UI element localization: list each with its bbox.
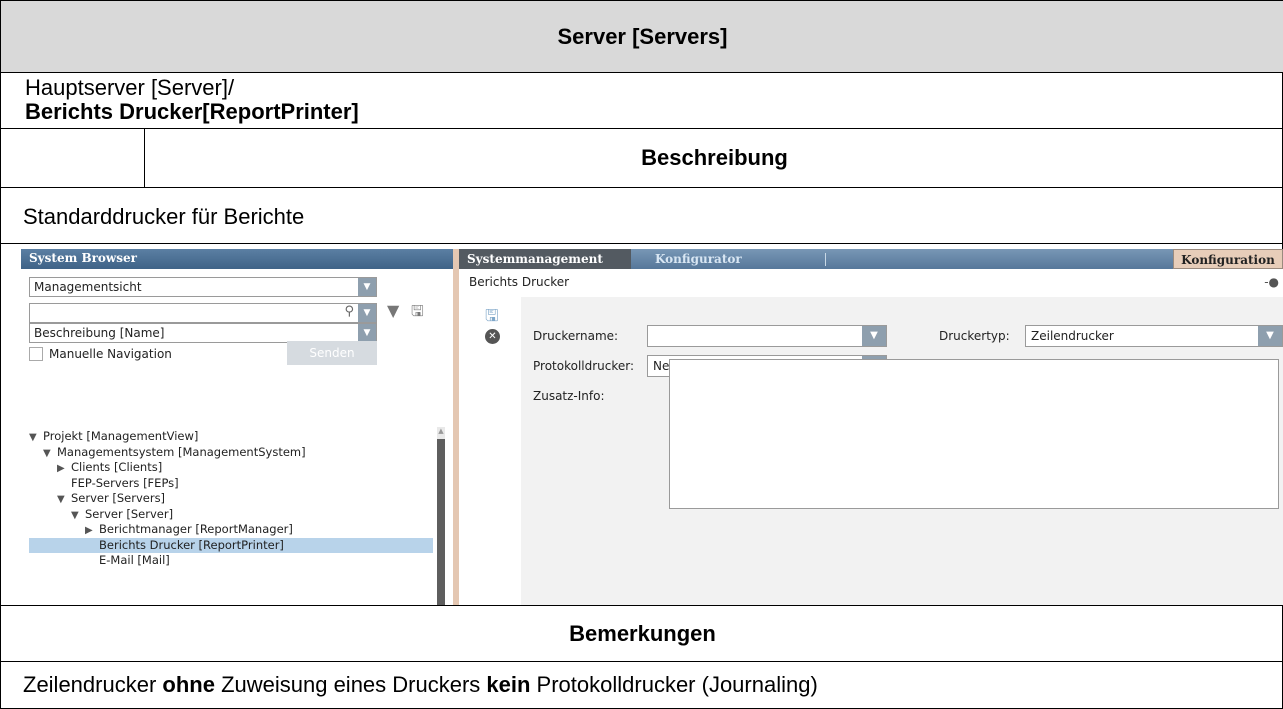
expanded-triangle-icon[interactable]: ▼ — [43, 446, 57, 462]
chevron-down-icon[interactable]: ▼ — [358, 324, 376, 342]
tree-node-selected[interactable]: Berichts Drucker [ReportPrinter] — [29, 537, 433, 553]
filter-icon[interactable]: ▼ — [387, 301, 399, 320]
tree-node[interactable]: ▶ Clients [Clients] — [29, 460, 433, 476]
tab-divider — [825, 253, 826, 266]
tree-node-label: Clients [Clients] — [71, 460, 163, 474]
chevron-down-icon[interactable]: ▼ — [862, 326, 886, 346]
remarks-text-part: Zuweisung eines Druckers — [214, 672, 487, 697]
remarks-emphasis: ohne — [162, 672, 215, 697]
tree-node-label: Berichts Drucker [ReportPrinter] — [99, 537, 284, 552]
tab-konfigurator[interactable]: Konfigurator — [649, 249, 819, 269]
printer-type-label: Druckertyp: — [939, 329, 1010, 343]
column-header-row: Beschreibung — [1, 128, 1283, 187]
description-text: Standarddrucker für Berichte — [1, 187, 1283, 243]
manual-navigation-label: Manuelle Navigation — [49, 347, 172, 361]
expanded-triangle-icon[interactable]: ▼ — [57, 492, 71, 508]
manual-navigation-checkbox[interactable] — [29, 347, 43, 361]
embedded-screenshot: System Browser Managementsicht ▼ ⚲ ▼ ▼ 🖫… — [21, 249, 1283, 605]
view-select-value: Managementsicht — [34, 280, 142, 294]
remarks-header: Bemerkungen — [1, 605, 1283, 661]
scroll-up-icon[interactable]: ▲ — [437, 427, 445, 437]
system-browser-header: System Browser — [21, 249, 453, 269]
empty-header-cell — [1, 129, 145, 187]
tree-node-label: Server [Servers] — [71, 491, 166, 505]
expanded-triangle-icon[interactable]: ▼ — [71, 508, 85, 524]
printer-type-value: Zeilendrucker — [1031, 329, 1114, 343]
tree-node[interactable]: E-Mail [Mail] — [29, 553, 433, 569]
tree-node[interactable]: ▶ Berichtmanager [ReportManager] — [29, 522, 433, 538]
printer-name-label: Druckername: — [533, 329, 619, 343]
chevron-down-icon[interactable]: ▼ — [1258, 326, 1282, 346]
system-tree: ▼ Projekt [ManagementView] ▼ Managementsys… — [29, 429, 433, 569]
remarks-text-part: Zeilendrucker — [23, 672, 163, 697]
tree-node[interactable]: ▼ Projekt [ManagementView] — [29, 429, 433, 445]
name-select[interactable]: Beschreibung [Name] ▼ — [29, 323, 377, 343]
system-browser: System Browser Managementsicht ▼ ⚲ ▼ ▼ 🖫… — [21, 249, 453, 605]
view-select[interactable]: Managementsicht ▼ — [29, 277, 377, 297]
name-select-value: Beschreibung [Name] — [34, 326, 165, 340]
tree-node[interactable]: ▼ Managementsystem [ManagementSystem] — [29, 445, 433, 461]
tree-node-label: FEP-Servers [FEPs] — [71, 475, 179, 490]
tree-node[interactable]: FEP-Servers [FEPs] — [29, 476, 433, 492]
expanded-triangle-icon[interactable]: ▼ — [29, 430, 43, 446]
configuration-panel: Systemmanagement Konfigurator Konfigurat… — [459, 249, 1283, 605]
chevron-down-icon[interactable]: ▼ — [358, 278, 376, 296]
tree-scrollbar[interactable]: ▲ — [437, 427, 445, 605]
extra-info-textarea[interactable] — [669, 359, 1279, 509]
search-icon[interactable]: ⚲ — [344, 304, 354, 319]
remarks-emphasis: kein — [486, 672, 531, 697]
remarks-text: Zeilendrucker ohne Zuweisung eines Druck… — [1, 661, 1283, 709]
tree-node[interactable]: ▼ Server [Server] — [29, 507, 433, 523]
tree-node-label: Server [Server] — [85, 506, 174, 521]
log-printer-label: Protokolldrucker: — [533, 359, 635, 373]
collapsed-triangle-icon[interactable]: ▶ — [57, 461, 71, 477]
tab-konfiguration[interactable]: Konfiguration — [1173, 249, 1283, 269]
extra-info-label: Zusatz-Info: — [533, 389, 605, 403]
tree-node-label: Berichtmanager [ReportManager] — [99, 522, 293, 536]
tree-node-label: Projekt [ManagementView] — [43, 429, 199, 443]
collapsed-triangle-icon[interactable]: ▶ — [85, 523, 99, 539]
description-header: Beschreibung — [641, 145, 788, 170]
page-title: Server [Servers] — [1, 0, 1283, 72]
tree-node-label: Managementsystem [ManagementSystem] — [57, 444, 306, 459]
breadcrumb: Berichts Drucker — [469, 275, 570, 289]
object-path: Hauptserver [Server]/ Berichts Drucker[R… — [1, 72, 1283, 128]
save-icon[interactable]: 🖫 — [485, 305, 499, 332]
send-button[interactable]: Senden — [287, 341, 377, 365]
pin-icon[interactable]: -● — [1264, 275, 1279, 289]
document-table: Server [Servers] Hauptserver [Server]/ B… — [0, 0, 1283, 709]
path-line-1: Hauptserver [Server]/ — [25, 75, 235, 100]
tab-systemmanagement[interactable]: Systemmanagement — [459, 249, 631, 269]
search-input[interactable]: ⚲ ▼ — [29, 303, 377, 323]
tab-bar: Systemmanagement Konfigurator Konfigurat… — [459, 249, 1283, 269]
remarks-text-part: Protokolldrucker (Journaling) — [530, 672, 818, 697]
save-icon[interactable]: 🖫 — [411, 301, 424, 326]
tree-node-label: E-Mail [Mail] — [99, 553, 170, 567]
screenshot-row: System Browser Managementsicht ▼ ⚲ ▼ ▼ 🖫… — [1, 243, 1283, 605]
chevron-down-icon[interactable]: ▼ — [358, 304, 376, 322]
printer-name-select[interactable]: ▼ — [647, 325, 887, 347]
tree-node[interactable]: ▼ Server [Servers] — [29, 491, 433, 507]
path-line-2: Berichts Drucker[ReportPrinter] — [25, 99, 359, 124]
printer-type-select[interactable]: Zeilendrucker ▼ — [1025, 325, 1283, 347]
close-icon[interactable]: ✕ — [485, 329, 500, 344]
scrollbar-thumb[interactable] — [437, 439, 445, 605]
